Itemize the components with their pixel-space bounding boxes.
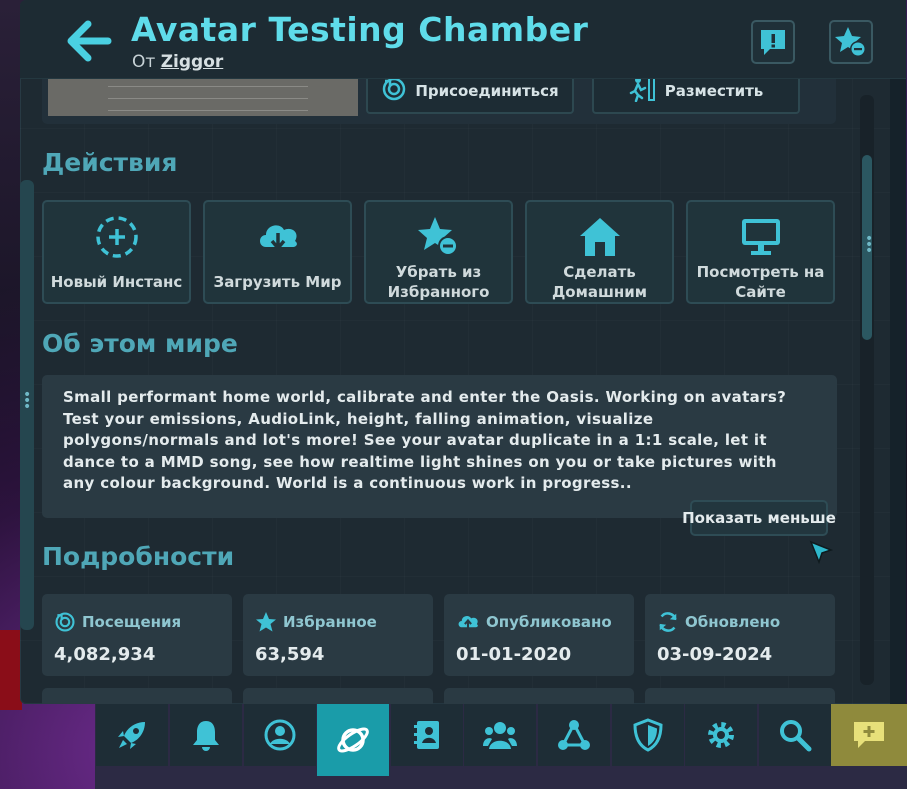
nav-groups-button[interactable] <box>538 704 610 766</box>
rocket-icon <box>118 722 145 749</box>
chat-add-icon <box>854 722 884 748</box>
published-stat-card: Опубликовано 01-01-2020 <box>444 594 634 676</box>
published-value: 01-01-2020 <box>456 644 572 665</box>
back-arrow-icon <box>67 20 112 62</box>
join-label: Присоединиться <box>415 82 559 100</box>
gear-icon <box>708 722 734 748</box>
details-section-title: Подробности <box>42 542 235 571</box>
download-world-label: Загрузить Мир <box>213 273 342 291</box>
panel-header: Avatar Testing Chamber От Ziggor <box>20 0 906 79</box>
make-home-label: Сделать Домашним <box>551 263 648 301</box>
place-portal-icon <box>629 76 657 106</box>
planet-icon <box>337 727 369 753</box>
back-button[interactable] <box>64 18 120 68</box>
remove-favorite-label: Убрать из Избранного <box>387 263 490 301</box>
new-instance-button[interactable]: Новый Инстанс <box>42 200 191 304</box>
unfavorite-header-button[interactable] <box>829 20 873 64</box>
panel-edge <box>890 0 906 704</box>
pointer-cursor-icon <box>809 540 834 568</box>
join-icon <box>381 76 407 106</box>
nav-launch-button[interactable] <box>96 704 168 766</box>
published-stat-header: Опубликовано <box>456 611 612 633</box>
visits-stat-card: Посещения 4,082,934 <box>42 594 232 676</box>
search-icon <box>780 720 812 752</box>
people-icon <box>483 722 517 749</box>
background-decor <box>0 630 22 710</box>
view-on-website-button[interactable]: Посмотреть на Сайте <box>686 200 835 304</box>
monitor-icon <box>741 219 780 255</box>
nav-search-button[interactable] <box>759 704 831 766</box>
visits-value: 4,082,934 <box>54 644 156 665</box>
world-details-panel: • • • • • • Присоединиться Разместить Avatar… <box>20 0 906 704</box>
unfavorite-icon <box>835 27 866 57</box>
description-card: Small performant home world, calibrate a… <box>42 375 837 518</box>
updated-stat-header: Обновлено <box>657 611 780 633</box>
visits-stat-header: Посещения <box>54 611 181 633</box>
about-section-title: Об этом мире <box>42 329 238 358</box>
stat-card-partial <box>42 688 232 704</box>
favorites-stat-header: Избранное <box>255 611 377 633</box>
nav-chat-button[interactable] <box>831 704 907 766</box>
stat-card-partial <box>243 688 433 704</box>
nav-notifications-button[interactable] <box>170 704 242 766</box>
author-byline: От Ziggor <box>132 52 223 72</box>
avatar-book-icon <box>414 721 439 749</box>
nav-settings-button[interactable] <box>685 704 757 766</box>
updated-stat-card: Обновлено 03-09-2024 <box>645 594 835 676</box>
report-icon <box>761 30 785 55</box>
star-icon <box>256 612 276 632</box>
place-label: Разместить <box>664 82 764 100</box>
drag-dots-icon: • • • <box>23 387 32 415</box>
shield-icon <box>633 718 663 752</box>
actions-section-title: Действия <box>42 148 178 177</box>
by-prefix: От <box>132 52 156 72</box>
world-description: Small performant home world, calibrate a… <box>63 388 787 492</box>
visits-icon <box>55 612 75 632</box>
new-instance-label: Новый Инстанс <box>50 273 183 291</box>
cloud-download-icon <box>259 225 297 251</box>
make-home-button[interactable]: Сделать Домашним <box>525 200 674 304</box>
world-thumbnail <box>48 74 358 116</box>
new-instance-icon <box>95 216 138 258</box>
report-button[interactable] <box>751 20 795 64</box>
favorites-label: Избранное <box>283 613 377 631</box>
user-circle-icon <box>264 719 296 751</box>
nav-social-button[interactable] <box>464 704 536 766</box>
favorites-value: 63,594 <box>255 644 325 665</box>
world-title: Avatar Testing Chamber <box>131 10 589 49</box>
updated-value: 03-09-2024 <box>657 644 773 665</box>
updated-label: Обновлено <box>685 613 781 631</box>
visits-label: Посещения <box>82 613 182 631</box>
bell-icon <box>193 721 219 751</box>
stat-card-partial <box>645 688 835 704</box>
nav-profile-button[interactable] <box>244 704 316 766</box>
thumbnail-detail <box>108 110 308 111</box>
home-icon <box>579 218 620 256</box>
nav-safety-button[interactable] <box>612 704 684 766</box>
published-label: Опубликовано <box>486 613 612 631</box>
stat-card-partial <box>444 688 634 704</box>
nav-avatars-button[interactable] <box>391 704 463 766</box>
show-less-button[interactable]: Показать меньше <box>682 500 836 536</box>
download-world-button[interactable]: Загрузить Мир <box>203 200 352 304</box>
thumbnail-detail <box>108 86 308 87</box>
favorites-stat-card: Избранное 63,594 <box>243 594 433 676</box>
refresh-icon <box>659 612 677 632</box>
nav-worlds-button[interactable] <box>317 704 389 776</box>
view-on-website-label: Посмотреть на Сайте <box>696 263 825 301</box>
unfavorite-icon <box>417 217 458 256</box>
author-link[interactable]: Ziggor <box>161 52 224 72</box>
scroll-grip-icon: • • • <box>865 231 874 259</box>
remove-favorite-button[interactable]: Убрать из Избранного <box>364 200 513 304</box>
cloud-upload-icon <box>458 615 478 629</box>
network-icon <box>558 720 590 750</box>
thumbnail-detail <box>108 98 308 99</box>
